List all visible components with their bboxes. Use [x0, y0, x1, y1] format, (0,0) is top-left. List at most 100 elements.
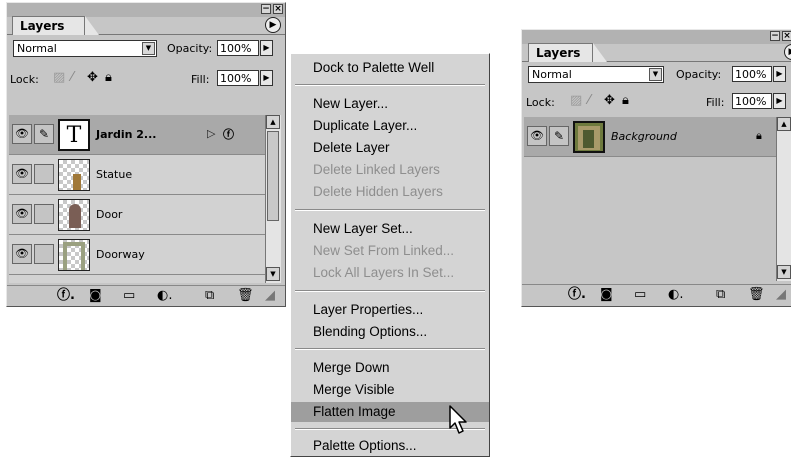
layers-palette-left: − × Layers ▶ Normal ▼ Opacity: 100% ▶ Lo… [6, 2, 286, 307]
eye-icon[interactable]: 👁︎ [527, 126, 547, 146]
eye-icon[interactable]: 👁︎ [12, 204, 32, 224]
menu-separator [295, 290, 485, 292]
scroll-thumb[interactable] [267, 131, 279, 221]
fill-label: Fill: [191, 73, 210, 86]
menu-item-label: Flatten Image [313, 404, 396, 419]
palette-menu-button[interactable]: ▶ [265, 17, 281, 33]
opacity-value: 100% [220, 42, 252, 55]
trash-icon[interactable]: 🗑︎ [748, 287, 765, 302]
fill-value: 100% [735, 95, 767, 108]
link-slot[interactable] [34, 164, 54, 184]
palette-menu-button[interactable]: ▶ [784, 44, 791, 60]
menu-item-new-layer[interactable]: New Layer... [291, 94, 489, 114]
brush-icon[interactable]: ✎ [34, 124, 54, 144]
link-slot[interactable] [34, 204, 54, 224]
fill-field[interactable]: 100% [217, 70, 259, 86]
menu-item-label: Palette Options... [313, 438, 417, 453]
lock-icon[interactable]: 🔒︎ [105, 71, 112, 85]
scroll-down-button[interactable]: ▼ [266, 267, 280, 281]
new-layer-icon[interactable]: ⧉ [716, 287, 725, 302]
layer-style-icon[interactable]: ⓕ. [57, 288, 75, 303]
new-layer-icon[interactable]: ⧉ [205, 288, 214, 303]
adjustment-layer-icon[interactable]: ◐. [157, 288, 172, 303]
palette-bottom-bar: ⓕ. ◙ ▭ ◐. ⧉ 🗑︎ ◢ [7, 285, 285, 306]
blend-mode-select[interactable]: Normal ▼ [13, 40, 157, 57]
menu-item-merge-down[interactable]: Merge Down [291, 358, 489, 378]
add-mask-icon[interactable]: ◙ [600, 287, 613, 302]
lock-brush-icon[interactable]: ⁄ [71, 71, 73, 85]
resize-grip-icon[interactable]: ◢ [776, 287, 786, 302]
menu-item-delete-linked-layers: Delete Linked Layers [291, 160, 489, 180]
layer-row[interactable]: 👁︎ Doorway [9, 235, 265, 275]
layer-row[interactable]: 👁︎ ✎ T Jardin 2... ▷ ⓕ [9, 115, 265, 155]
lock-label: Lock: [526, 96, 555, 109]
layer-row[interactable]: 👁︎ Door [9, 195, 265, 235]
fill-field[interactable]: 100% [732, 93, 772, 109]
scroll-down-button[interactable]: ▼ [777, 265, 791, 279]
lock-icon[interactable]: 🔒︎ [622, 94, 629, 108]
fill-label: Fill: [706, 96, 725, 109]
lock-transparent-icon[interactable]: ▨ [570, 94, 582, 108]
layers-palette-menu: Dock to Palette Well New Layer... Duplic… [290, 53, 490, 457]
menu-item-merge-visible[interactable]: Merge Visible [291, 380, 489, 400]
adjustment-layer-icon[interactable]: ◐. [668, 287, 683, 302]
menu-item-label: Delete Layer [313, 140, 390, 155]
palette-title-bar[interactable] [522, 30, 791, 44]
opacity-slider-button[interactable]: ▶ [773, 66, 786, 82]
lock-brush-icon[interactable]: ⁄ [588, 94, 590, 108]
layer-row[interactable]: 👁︎ Statue [9, 155, 265, 195]
menu-item-layer-properties[interactable]: Layer Properties... [291, 300, 489, 320]
palette-title-bar[interactable] [7, 3, 285, 17]
brush-icon[interactable]: ✎ [549, 126, 569, 146]
menu-item-new-layer-set[interactable]: New Layer Set... [291, 219, 489, 239]
menu-item-delete-hidden-layers: Delete Hidden Layers [291, 182, 489, 202]
opacity-field[interactable]: 100% [732, 66, 772, 82]
layer-scrollbar[interactable]: ▲ ▼ [265, 115, 281, 283]
fill-slider-button[interactable]: ▶ [260, 70, 273, 86]
layer-thumbnail [58, 199, 90, 231]
menu-item-label: Delete Linked Layers [313, 162, 440, 177]
scroll-up-button[interactable]: ▲ [266, 115, 280, 129]
lock-transparent-icon[interactable]: ▨ [53, 71, 65, 85]
menu-item-label: New Layer... [313, 96, 389, 111]
tab-layers[interactable]: Layers [12, 16, 85, 35]
eye-icon[interactable]: 👁︎ [12, 124, 32, 144]
layer-style-icon[interactable]: ⓕ. [568, 287, 586, 302]
new-set-icon[interactable]: ▭ [634, 287, 646, 302]
menu-item-dock-to-palette-well[interactable]: Dock to Palette Well [291, 58, 489, 78]
menu-item-palette-options[interactable]: Palette Options... [291, 436, 489, 456]
layer-name: Background [611, 130, 677, 143]
opacity-field[interactable]: 100% [217, 40, 259, 56]
minimize-button[interactable]: − [261, 4, 271, 14]
blend-mode-select[interactable]: Normal ▼ [528, 66, 664, 83]
fill-value: 100% [220, 72, 252, 85]
layer-row[interactable]: 👁︎ ✎ Background 🔒︎ [524, 117, 776, 157]
scroll-up-button[interactable]: ▲ [777, 117, 791, 131]
tab-layers[interactable]: Layers [528, 43, 593, 62]
layer-name: Door [96, 208, 123, 221]
opacity-slider-button[interactable]: ▶ [260, 40, 273, 56]
menu-item-label: Dock to Palette Well [313, 60, 435, 75]
menu-item-delete-layer[interactable]: Delete Layer [291, 138, 489, 158]
expand-effects-icon[interactable]: ▷ [207, 127, 215, 140]
move-icon[interactable]: ✥ [87, 71, 98, 85]
blend-mode-value: Normal [532, 68, 572, 81]
eye-icon[interactable]: 👁︎ [12, 244, 32, 264]
move-icon[interactable]: ✥ [604, 94, 615, 108]
close-button[interactable]: × [782, 31, 791, 41]
layer-scrollbar[interactable]: ▲ ▼ [776, 117, 791, 281]
eye-icon[interactable]: 👁︎ [12, 164, 32, 184]
fill-slider-button[interactable]: ▶ [773, 93, 786, 109]
menu-item-blending-options[interactable]: Blending Options... [291, 322, 489, 342]
minimize-button[interactable]: − [770, 31, 780, 41]
close-button[interactable]: × [273, 4, 283, 14]
menu-item-new-set-from-linked: New Set From Linked... [291, 241, 489, 261]
lock-icon: 🔒︎ [756, 129, 762, 142]
trash-icon[interactable]: 🗑︎ [237, 288, 254, 303]
link-slot[interactable] [34, 244, 54, 264]
add-mask-icon[interactable]: ◙ [89, 288, 102, 303]
menu-item-duplicate-layer[interactable]: Duplicate Layer... [291, 116, 489, 136]
tab-edge [593, 43, 607, 62]
new-set-icon[interactable]: ▭ [123, 288, 135, 303]
resize-grip-icon[interactable]: ◢ [265, 288, 275, 303]
